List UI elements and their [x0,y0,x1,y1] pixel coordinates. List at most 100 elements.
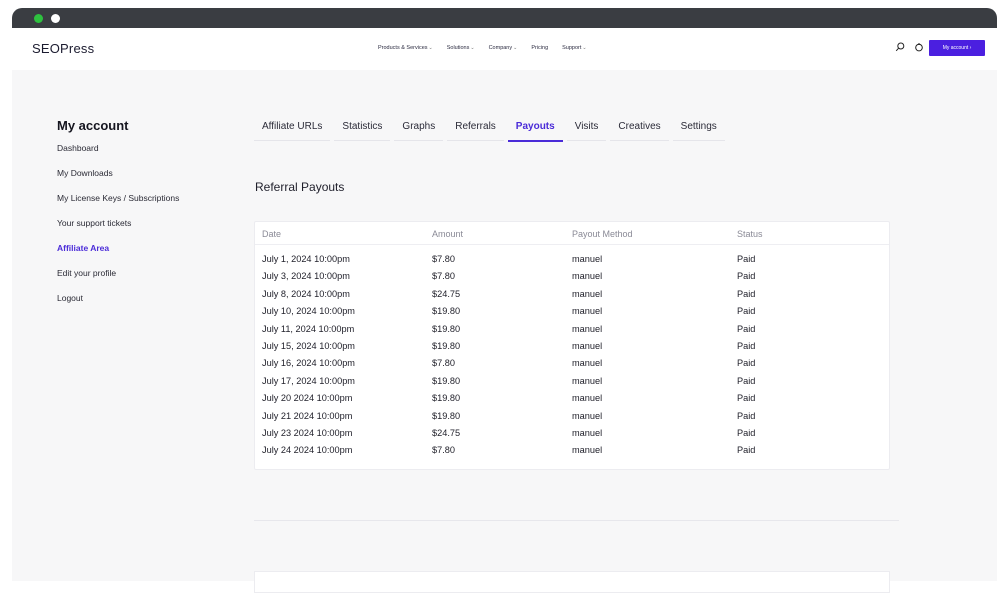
tab-payouts[interactable]: Payouts [507,120,563,142]
cell-amount: $19.80 [432,375,461,386]
cell-date: July 10, 2024 10:00pm [262,306,355,317]
cell-amount: $24.75 [432,427,461,438]
tab-graphs[interactable]: Graphs [394,120,444,141]
cell-date: July 24 2024 10:00pm [262,445,353,456]
window-green-dot-icon[interactable] [34,14,43,23]
sidebar-item-your-support-tickets[interactable]: Your support tickets [57,217,179,242]
column-header-amount: Amount [432,229,464,239]
chevron-down-icon: ⌄ [582,45,587,51]
sidebar-item-edit-your-profile[interactable]: Edit your profile [57,267,179,292]
tab-statistics[interactable]: Statistics [334,120,391,141]
window-white-dot-icon[interactable] [51,14,60,23]
cell-date: July 17, 2024 10:00pm [262,375,355,386]
cell-amount: $7.80 [432,271,455,282]
cell-amount: $19.80 [432,410,461,421]
sidebar-item-affiliate-area[interactable]: Affiliate Area [57,242,179,267]
cell-payout-method: manuel [572,375,603,386]
user-icon[interactable] [914,42,924,52]
table-row: July 24 2024 10:00pm $7.80 manuel Paid [255,445,889,462]
table-row: July 10, 2024 10:00pm $19.80 manuel Paid [255,306,889,323]
nav-item-solutions[interactable]: Solutions⌄ [447,45,475,51]
table-row: July 21 2024 10:00pm $19.80 manuel Paid [255,411,889,428]
table-row: July 23 2024 10:00pm $24.75 manuel Paid [255,428,889,445]
nav-item-label: Support [562,45,582,51]
table-row: July 11, 2024 10:00pm $19.80 manuel Paid [255,324,889,341]
sidebar-item-dashboard[interactable]: Dashboard [57,142,179,167]
search-icon[interactable] [895,42,905,52]
section-title: Referral Payouts [255,180,345,194]
cell-date: July 21 2024 10:00pm [262,410,353,421]
cell-status: Paid [737,288,756,299]
cell-payout-method: manuel [572,410,603,421]
main-nav: Products & Services⌄ Solutions⌄ Company⌄ Pr… [378,45,587,51]
table-row: July 15, 2024 10:00pm $19.80 manuel Paid [255,341,889,358]
nav-item-company[interactable]: Company⌄ [489,45,518,51]
cell-payout-method: manuel [572,271,603,282]
cell-payout-method: manuel [572,340,603,351]
sidebar-item-my-downloads[interactable]: My Downloads [57,167,179,192]
cell-amount: $19.80 [432,306,461,317]
table-body: July 1, 2024 10:00pm $7.80 manuel Paid July … [255,254,889,463]
nav-item-pricing[interactable]: Pricing [531,45,548,51]
cell-amount: $19.80 [432,323,461,334]
table-row: July 17, 2024 10:00pm $19.80 manuel Paid [255,376,889,393]
sidebar-item-my-license-keys-subscriptions[interactable]: My License Keys / Subscriptions [57,192,179,217]
nav-item-label: Products & Services [378,45,428,51]
table-row: July 8, 2024 10:00pm $24.75 manuel Paid [255,289,889,306]
cell-date: July 16, 2024 10:00pm [262,358,355,369]
cell-date: July 3, 2024 10:00pm [262,271,350,282]
cell-payout-method: manuel [572,358,603,369]
nav-item-label: Company [488,45,513,51]
cell-status: Paid [737,271,756,282]
nav-item-products-services[interactable]: Products & Services⌄ [378,45,433,51]
column-header-date: Date [262,229,282,239]
table-row: July 20 2024 10:00pm $19.80 manuel Paid [255,393,889,410]
sidebar-item-logout[interactable]: Logout [57,292,179,317]
tab-creatives[interactable]: Creatives [610,120,669,141]
table-row: July 1, 2024 10:00pm $7.80 manuel Paid [255,254,889,271]
table-header: Date Amount Payout Method Status [255,222,889,245]
tab-settings[interactable]: Settings [672,120,725,141]
table-row: July 3, 2024 10:00pm $7.80 manuel Paid [255,271,889,288]
nav-item-label: Pricing [531,45,549,51]
account-sidebar: My account Dashboard My Downloads My Licen… [57,118,179,317]
cell-amount: $7.80 [432,358,455,369]
cell-date: July 1, 2024 10:00pm [262,254,350,264]
nav-item-label: Solutions [446,45,470,51]
cell-status: Paid [737,306,756,317]
sidebar-menu: Dashboard My Downloads My License Keys / S… [57,142,179,317]
cell-status: Paid [737,358,756,369]
tab-visits[interactable]: Visits [566,120,607,141]
cell-status: Paid [737,445,756,456]
cell-status: Paid [737,410,756,421]
cell-payout-method: manuel [572,254,603,264]
payouts-table: Date Amount Payout Method Status July 1,… [254,221,890,470]
cell-amount: $19.80 [432,340,461,351]
nav-item-support[interactable]: Support⌄ [562,45,586,51]
cell-payout-method: manuel [572,306,603,317]
cell-status: Paid [737,323,756,334]
cell-status: Paid [737,254,756,264]
tab-referrals[interactable]: Referrals [447,120,504,141]
cell-amount: $7.80 [432,254,455,264]
table-row: July 16, 2024 10:00pm $7.80 manuel Paid [255,358,889,375]
my-account-button[interactable]: My account › [929,40,985,56]
cell-payout-method: manuel [572,323,603,334]
tab-affiliate-urls[interactable]: Affiliate URLs [254,120,331,141]
page: SEOPress Products & Services⌄ Solutions⌄ C… [12,28,997,593]
next-section-card [254,571,890,593]
cell-payout-method: manuel [572,427,603,438]
cell-date: July 15, 2024 10:00pm [262,340,355,351]
window-titlebar [12,8,997,28]
site-logo[interactable]: SEOPress [32,41,94,56]
browser-window: SEOPress Products & Services⌄ Solutions⌄ C… [0,0,997,593]
cell-status: Paid [737,427,756,438]
cell-payout-method: manuel [572,288,603,299]
cell-date: July 11, 2024 10:00pm [262,323,355,334]
cell-amount: $19.80 [432,393,461,404]
column-header-status: Status [737,229,763,239]
sidebar-title: My account [57,118,129,133]
chevron-down-icon: ⌄ [513,45,518,51]
site-header: SEOPress Products & Services⌄ Solutions⌄ C… [12,28,997,70]
section-divider [254,520,899,521]
